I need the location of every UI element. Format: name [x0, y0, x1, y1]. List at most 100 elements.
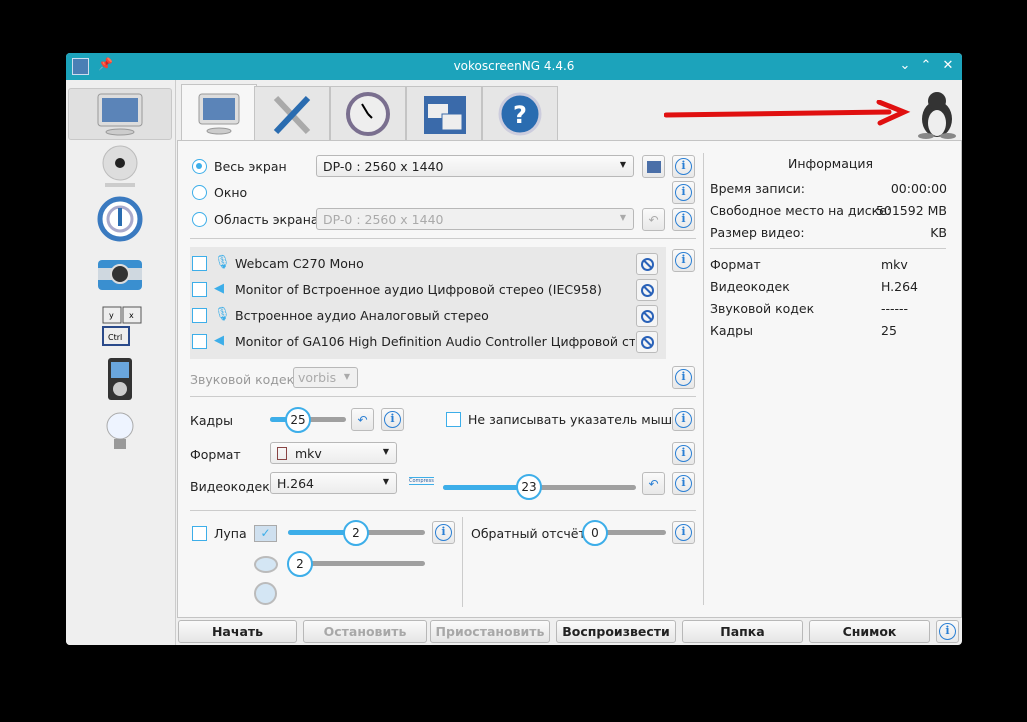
- fullscreen-radio[interactable]: [192, 159, 207, 174]
- sidebar-showclick[interactable]: [68, 246, 172, 298]
- info-button[interactable]: i: [672, 155, 695, 178]
- magnifier-circle-option[interactable]: [254, 582, 277, 605]
- info-key: Размер видео:: [710, 225, 805, 240]
- info-value: 25: [881, 323, 897, 338]
- svg-text:?: ?: [513, 101, 527, 129]
- info-button[interactable]: i: [381, 408, 404, 431]
- audio-device-disable-button[interactable]: [636, 279, 658, 301]
- window-radio[interactable]: [192, 185, 207, 200]
- area-display-select[interactable]: DP-0 : 2560 x 1440 ▼: [316, 208, 634, 230]
- fullscreen-display-select[interactable]: DP-0 : 2560 x 1440 ▼: [316, 155, 634, 177]
- sidebar-video-player[interactable]: [68, 353, 172, 405]
- no-mouse-cursor-label: Не записывать указатель мыши: [468, 412, 681, 427]
- magnifier-checkbox[interactable]: [192, 526, 207, 541]
- minimize-button[interactable]: ⌄: [896, 57, 914, 75]
- no-mouse-cursor-checkbox[interactable]: [446, 412, 461, 427]
- info-button[interactable]: i: [936, 620, 959, 643]
- tab-screen[interactable]: [181, 84, 257, 142]
- audio-device-checkbox[interactable]: [192, 282, 207, 297]
- pause-button[interactable]: Приостановить: [430, 620, 550, 643]
- audio-codec-value: vorbis: [298, 370, 337, 385]
- info-title: Информация: [788, 156, 874, 171]
- start-button[interactable]: Начать: [178, 620, 297, 643]
- red-arrow-annotation: [664, 100, 911, 126]
- quality-reset-button[interactable]: ↶: [642, 472, 665, 495]
- info-button[interactable]: i: [672, 472, 695, 495]
- microphone-icon: 🎙: [214, 255, 231, 270]
- info-button[interactable]: i: [672, 408, 695, 431]
- videocodec-select[interactable]: H.264 ▼: [270, 472, 397, 494]
- audio-device-checkbox[interactable]: [192, 334, 207, 349]
- keyboard-icon: Ctrl y x: [102, 306, 142, 346]
- info-button[interactable]: i: [672, 521, 695, 544]
- fullscreen-label: Весь экран: [214, 159, 287, 174]
- snapshot-button[interactable]: Снимок: [809, 620, 930, 643]
- info-icon: i: [675, 369, 692, 386]
- film-icon: [277, 447, 287, 460]
- clock-icon: [346, 92, 390, 136]
- audio-device-label: Monitor of GA106 High Definition Audio C…: [235, 334, 635, 349]
- speaker-icon: ◀: [214, 281, 224, 296]
- block-icon: [640, 309, 654, 323]
- info-icon: i: [675, 445, 692, 462]
- area-reset-button[interactable]: ↶: [642, 208, 665, 231]
- help-icon: ?: [498, 92, 542, 136]
- magnifier-ellipse-option[interactable]: [254, 556, 278, 573]
- maximize-button[interactable]: ⌃: [917, 57, 935, 75]
- sidebar-halo[interactable]: [68, 406, 172, 458]
- info-button[interactable]: i: [432, 521, 455, 544]
- play-button[interactable]: Воспроизвести: [556, 620, 676, 643]
- close-button[interactable]: ✕: [939, 57, 957, 75]
- frames-slider-handle[interactable]: 25: [285, 407, 311, 433]
- quality-slider-handle[interactable]: 23: [516, 474, 542, 500]
- magnifier-zoom-handle[interactable]: 2: [287, 551, 313, 577]
- sidebar-camera[interactable]: [68, 140, 172, 192]
- stop-button[interactable]: Остановить: [303, 620, 427, 643]
- format-select[interactable]: mkv ▼: [270, 442, 397, 464]
- info-button[interactable]: i: [672, 249, 695, 272]
- sidebar-player[interactable]: [68, 193, 172, 245]
- screen-select-button[interactable]: [642, 155, 665, 178]
- info-icon: i: [675, 158, 692, 175]
- info-value: KB: [930, 225, 947, 240]
- window-title: vokoscreenNG 4.4.6: [453, 59, 575, 73]
- tab-windows[interactable]: [406, 86, 482, 141]
- tux-linux-icon: [918, 92, 956, 139]
- tab-settings[interactable]: [254, 86, 330, 141]
- info-value: 501592 MB: [875, 203, 947, 218]
- magnifier-label: Лупа: [214, 526, 247, 541]
- info-button[interactable]: i: [672, 181, 695, 204]
- countdown-handle[interactable]: 0: [582, 520, 608, 546]
- undo-icon: ↶: [648, 212, 659, 227]
- audio-device-checkbox[interactable]: [192, 308, 207, 323]
- power-icon: [97, 196, 143, 242]
- area-label: Область экрана: [214, 212, 319, 227]
- sidebar-showkey[interactable]: Ctrl y x: [68, 300, 172, 352]
- frames-reset-button[interactable]: ↶: [351, 408, 374, 431]
- audio-device-disable-button[interactable]: [636, 331, 658, 353]
- tab-timer[interactable]: [330, 86, 406, 141]
- sidebar-screencast[interactable]: [68, 88, 172, 140]
- frames-label: Кадры: [190, 413, 233, 428]
- tab-help[interactable]: ?: [482, 86, 558, 141]
- audio-device-disable-button[interactable]: [636, 253, 658, 275]
- magnifier-rectangle-option[interactable]: ✓: [254, 525, 277, 542]
- info-button[interactable]: i: [672, 442, 695, 465]
- audio-codec-select[interactable]: vorbis ▼: [293, 367, 358, 388]
- info-button[interactable]: i: [672, 208, 695, 231]
- folder-button[interactable]: Папка: [682, 620, 803, 643]
- audio-device-label: Webcam C270 Моно: [235, 256, 364, 271]
- format-value: mkv: [295, 446, 322, 461]
- title-bar[interactable]: 📌 vokoscreenNG 4.4.6 ⌄ ⌃ ✕: [66, 53, 962, 80]
- audio-device-checkbox[interactable]: [192, 256, 207, 271]
- undo-icon: ↶: [357, 412, 368, 427]
- info-button[interactable]: i: [672, 366, 695, 389]
- tools-icon: [273, 95, 311, 135]
- magnifier-size-handle[interactable]: 2: [343, 520, 369, 546]
- area-radio[interactable]: [192, 212, 207, 227]
- audio-device-disable-button[interactable]: [636, 305, 658, 327]
- info-icon: i: [939, 623, 956, 640]
- fullscreen-display-value: DP-0 : 2560 x 1440: [323, 159, 444, 174]
- microphone-icon: 🎙: [214, 307, 231, 322]
- block-icon: [640, 257, 654, 271]
